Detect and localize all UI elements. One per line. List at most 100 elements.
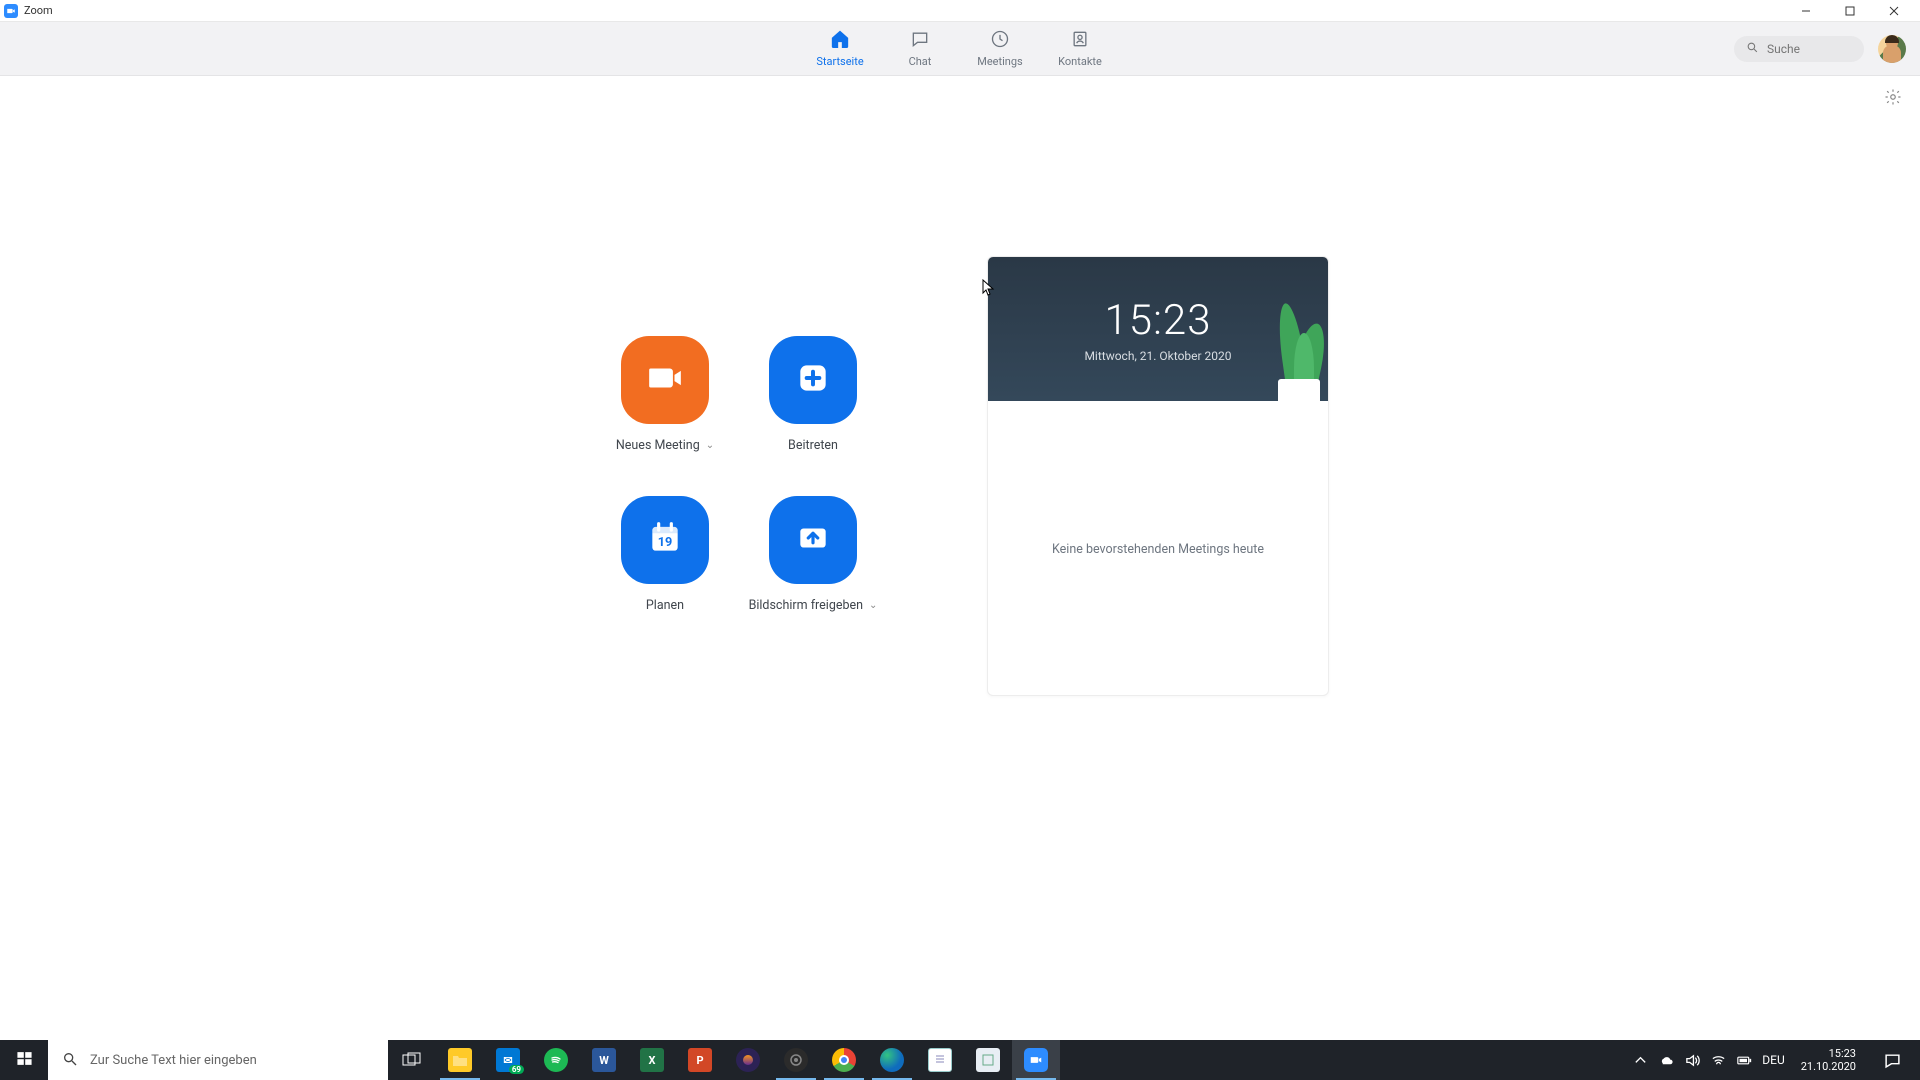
plus-icon: [794, 359, 832, 401]
taskbar-app-taskview[interactable]: [388, 1040, 436, 1080]
spotify-icon: [544, 1048, 568, 1072]
titlebar-left: Zoom: [4, 4, 53, 18]
obs-icon: [784, 1048, 808, 1072]
app-icon: [976, 1048, 1000, 1072]
settings-button[interactable]: [1884, 88, 1902, 110]
action-label: Bildschirm freigeben: [749, 598, 863, 613]
maximize-button[interactable]: [1828, 0, 1872, 22]
nav-tab-chat[interactable]: Chat: [884, 22, 956, 75]
system-tray: DEU 15:23 21.10.2020: [1624, 1040, 1920, 1080]
nav-tab-contacts[interactable]: Kontakte: [1044, 22, 1116, 75]
taskbar-app-spotify[interactable]: [532, 1040, 580, 1080]
mail-icon: ✉69: [496, 1048, 520, 1072]
calendar-hero: 15:23 Mittwoch, 21. Oktober 2020: [988, 257, 1328, 401]
search-input[interactable]: [1767, 42, 1857, 56]
taskbar-app-excel[interactable]: X: [628, 1040, 676, 1080]
tray-language[interactable]: DEU: [1762, 1053, 1784, 1067]
folder-icon: [448, 1048, 472, 1072]
chrome-icon: [832, 1048, 856, 1072]
video-icon: [646, 359, 684, 401]
tray-time: 15:23: [1829, 1047, 1856, 1060]
topnav-right: [1734, 35, 1920, 63]
calendar-body: Keine bevorstehenden Meetings heute: [988, 401, 1328, 696]
top-nav: Startseite Chat Meetings Kontakte: [0, 22, 1920, 76]
taskbar-apps: ✉69 W X P: [388, 1040, 1060, 1080]
word-icon: W: [592, 1048, 616, 1072]
chevron-down-icon[interactable]: ⌄: [869, 600, 877, 611]
nav-tab-home[interactable]: Startseite: [804, 22, 876, 75]
profile-avatar[interactable]: [1878, 35, 1906, 63]
taskbar-app-chrome[interactable]: [820, 1040, 868, 1080]
taskbar-app-powerpoint[interactable]: P: [676, 1040, 724, 1080]
taskbar-app-explorer[interactable]: [436, 1040, 484, 1080]
taskbar-search-placeholder: Zur Suche Text hier eingeben: [90, 1053, 257, 1068]
action-new-meeting: Neues Meeting ⌄: [591, 336, 739, 496]
action-label-row: Bildschirm freigeben ⌄: [749, 598, 878, 613]
action-schedule: 19 Planen: [591, 496, 739, 656]
calendar-card: 15:23 Mittwoch, 21. Oktober 2020 Keine b…: [987, 256, 1329, 696]
nav-tab-meetings[interactable]: Meetings: [964, 22, 1036, 75]
action-join: Beitreten: [739, 336, 887, 496]
clock-icon: [990, 29, 1010, 53]
schedule-button[interactable]: 19: [621, 496, 709, 584]
taskbar-search[interactable]: Zur Suche Text hier eingeben: [48, 1040, 388, 1080]
search-icon: [62, 1051, 78, 1070]
action-label: Planen: [646, 598, 684, 613]
taskbar-app-obs[interactable]: [772, 1040, 820, 1080]
tray-chevron-up-icon[interactable]: [1632, 1052, 1648, 1068]
search-box[interactable]: [1734, 36, 1864, 62]
nav-tab-label: Chat: [909, 55, 932, 68]
taskbar-app-word[interactable]: W: [580, 1040, 628, 1080]
minimize-button[interactable]: [1784, 0, 1828, 22]
tray-battery-icon[interactable]: [1736, 1052, 1752, 1068]
chevron-down-icon[interactable]: ⌄: [706, 440, 714, 451]
calendar-time: 15:23: [1104, 296, 1211, 345]
share-screen-button[interactable]: [769, 496, 857, 584]
taskbar-app-eclipse[interactable]: [724, 1040, 772, 1080]
tray-clock[interactable]: 15:23 21.10.2020: [1795, 1047, 1862, 1073]
action-label-row: Beitreten: [788, 438, 838, 453]
action-label-row: Neues Meeting ⌄: [616, 438, 714, 453]
action-label-row: Planen: [646, 598, 684, 613]
main-content: Neues Meeting ⌄ Beitreten 19 Planen: [0, 76, 1920, 696]
tray-notifications[interactable]: [1872, 1040, 1912, 1080]
join-button[interactable]: [769, 336, 857, 424]
calendar-empty-text: Keine bevorstehenden Meetings heute: [1052, 542, 1264, 557]
share-icon: [794, 519, 832, 561]
nav-tab-label: Meetings: [977, 55, 1022, 68]
plant-decoration: [1272, 287, 1328, 401]
action-grid: Neues Meeting ⌄ Beitreten 19 Planen: [591, 336, 887, 696]
titlebar: Zoom: [0, 0, 1920, 22]
nav-tab-label: Startseite: [816, 55, 863, 68]
taskview-icon: [400, 1048, 424, 1072]
start-button[interactable]: [0, 1040, 48, 1080]
home-icon: [830, 29, 850, 53]
zoom-icon: [1024, 1048, 1048, 1072]
search-icon: [1746, 39, 1759, 58]
taskbar-app-generic[interactable]: [964, 1040, 1012, 1080]
taskbar-app-zoom[interactable]: [1012, 1040, 1060, 1080]
calendar-icon: 19: [646, 519, 684, 561]
action-share-screen: Bildschirm freigeben ⌄: [739, 496, 887, 656]
taskbar-app-edge[interactable]: [868, 1040, 916, 1080]
nav-tab-label: Kontakte: [1058, 55, 1102, 68]
nav-tabs: Startseite Chat Meetings Kontakte: [804, 22, 1116, 75]
window-title: Zoom: [24, 4, 53, 17]
edge-icon: [880, 1048, 904, 1072]
tray-wifi-icon[interactable]: [1710, 1052, 1726, 1068]
close-button[interactable]: [1872, 0, 1916, 22]
tray-volume-icon[interactable]: [1684, 1052, 1700, 1068]
tray-onedrive-icon[interactable]: [1658, 1052, 1674, 1068]
taskbar-app-mail[interactable]: ✉69: [484, 1040, 532, 1080]
taskbar: Zur Suche Text hier eingeben ✉69 W X P D…: [0, 1040, 1920, 1080]
windows-icon: [16, 1050, 33, 1070]
window-controls: [1784, 0, 1916, 22]
notepad-icon: [928, 1048, 952, 1072]
svg-text:19: 19: [658, 535, 673, 550]
taskbar-app-notepad[interactable]: [916, 1040, 964, 1080]
contacts-icon: [1070, 29, 1090, 53]
powerpoint-icon: P: [688, 1048, 712, 1072]
excel-icon: X: [640, 1048, 664, 1072]
new-meeting-button[interactable]: [621, 336, 709, 424]
action-label: Beitreten: [788, 438, 838, 453]
